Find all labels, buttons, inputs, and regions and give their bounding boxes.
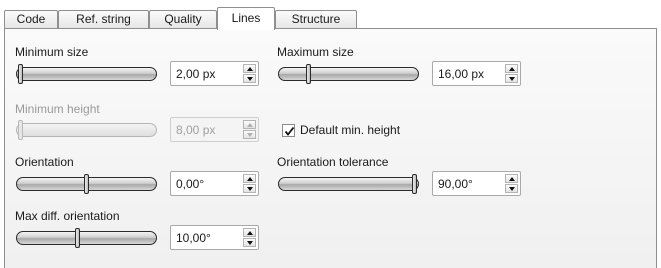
arrow-down-icon: [508, 76, 515, 81]
max-diff-orientation-label: Max diff. orientation: [15, 209, 120, 223]
spin-down-button[interactable]: [505, 74, 518, 83]
arrow-down-icon: [246, 76, 253, 81]
orientation-tolerance-slider[interactable]: [278, 174, 419, 194]
orientation-tolerance-value[interactable]: 90,00°: [438, 177, 473, 191]
minimum-height-slider: [16, 120, 157, 140]
default-min-height-label: Default min. height: [300, 123, 401, 137]
arrow-up-icon: [246, 176, 253, 181]
slider-handle[interactable]: [74, 228, 80, 248]
spin-up-button[interactable]: [243, 228, 256, 237]
arrow-up-icon: [508, 66, 515, 71]
spin-down-button[interactable]: [243, 238, 256, 247]
spin-up-button: [243, 120, 256, 129]
max-diff-orientation-spinbox[interactable]: 10,00°: [170, 225, 259, 250]
maximum-size-label: Maximum size: [277, 45, 354, 59]
spin-up-button[interactable]: [505, 174, 518, 183]
arrow-up-icon: [246, 66, 253, 71]
arrow-up-icon: [246, 230, 253, 235]
orientation-tolerance-label: Orientation tolerance: [277, 155, 389, 169]
spin-up-button[interactable]: [243, 174, 256, 183]
slider-handle[interactable]: [18, 64, 23, 84]
default-min-height-checkbox[interactable]: Default min. height: [282, 123, 400, 137]
maximum-size-spinbox[interactable]: 16,00 px: [432, 61, 521, 86]
tab-ref-string[interactable]: Ref. string: [58, 10, 149, 28]
slider-handle[interactable]: [306, 64, 312, 84]
minimum-size-value[interactable]: 2,00 px: [176, 67, 215, 81]
arrow-up-icon: [508, 176, 515, 181]
orientation-spinbox[interactable]: 0,00°: [170, 171, 259, 196]
spin-down-button[interactable]: [243, 184, 256, 193]
spin-up-button[interactable]: [243, 64, 256, 73]
minimum-size-spinbox[interactable]: 2,00 px: [170, 61, 259, 86]
arrow-up-icon: [246, 122, 253, 127]
arrow-down-icon: [246, 186, 253, 191]
tab-structure[interactable]: Structure: [275, 10, 357, 28]
max-diff-orientation-slider[interactable]: [16, 228, 157, 248]
tab-code[interactable]: Code: [4, 10, 58, 28]
minimum-height-spinbox: 8,00 px: [170, 117, 259, 142]
orientation-label: Orientation: [15, 155, 74, 169]
slider-handle[interactable]: [412, 174, 417, 194]
orientation-value[interactable]: 0,00°: [176, 177, 204, 191]
arrow-down-icon: [246, 240, 253, 245]
spin-down-button[interactable]: [243, 74, 256, 83]
tab-bar: Code Ref. string Quality Lines Structure: [0, 0, 661, 30]
tab-quality[interactable]: Quality: [149, 10, 217, 28]
max-diff-orientation-value[interactable]: 10,00°: [176, 231, 211, 245]
spin-up-button[interactable]: [505, 64, 518, 73]
orientation-slider[interactable]: [16, 174, 157, 194]
check-icon: [284, 126, 295, 136]
checkbox-box[interactable]: [282, 123, 295, 137]
spin-down-button[interactable]: [505, 184, 518, 193]
minimum-height-label: Minimum height: [15, 102, 100, 116]
arrow-down-icon: [508, 186, 515, 191]
spin-down-button: [243, 130, 256, 139]
tab-lines[interactable]: Lines: [217, 7, 275, 30]
minimum-size-label: Minimum size: [15, 45, 89, 59]
minimum-size-slider[interactable]: [16, 64, 157, 84]
minimum-height-value: 8,00 px: [176, 123, 216, 137]
slider-handle[interactable]: [84, 174, 89, 194]
orientation-tolerance-spinbox[interactable]: 90,00°: [432, 171, 521, 196]
arrow-down-icon: [246, 132, 253, 137]
maximum-size-value[interactable]: 16,00 px: [438, 67, 484, 81]
slider-handle: [18, 120, 23, 140]
maximum-size-slider[interactable]: [278, 64, 419, 84]
